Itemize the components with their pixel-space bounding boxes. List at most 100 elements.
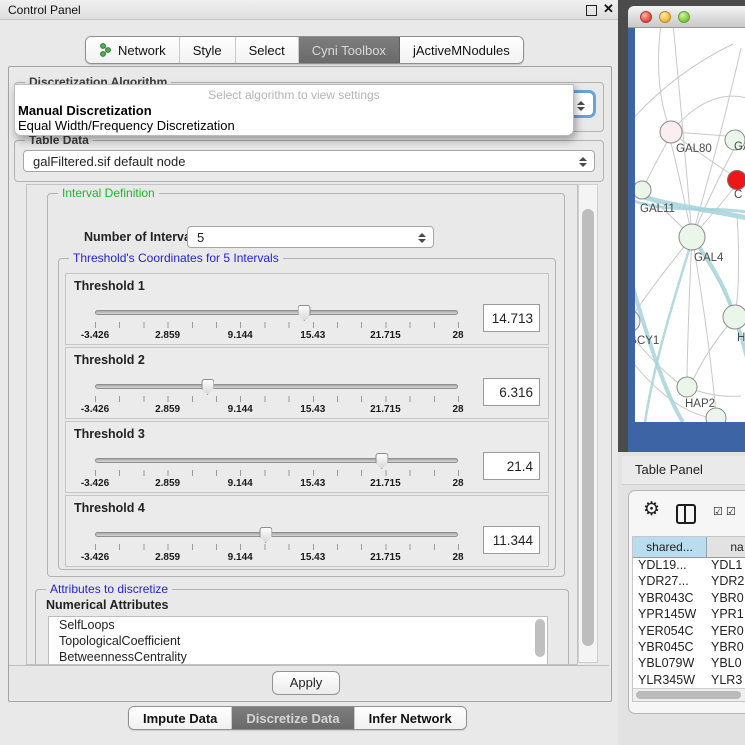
slider-tick-label: 9.144	[228, 330, 253, 341]
thresholds-stack: Threshold 1 -3.4262.8599.14415.4321.7152…	[65, 273, 549, 569]
column-header-name[interactable]: na	[707, 537, 745, 558]
close-icon[interactable]: ✕	[603, 1, 614, 17]
screen: Control Panel ✕ Network Style Select Cyn…	[0, 0, 745, 745]
slider-track[interactable]	[95, 384, 458, 389]
cell-name: YDR2	[707, 574, 745, 590]
slider-ticks	[95, 544, 459, 550]
attributes-group: Attributes to discretize Numerical Attri…	[35, 589, 569, 665]
table-data-value: galFiltered.sif default node	[33, 154, 185, 169]
attribute-list-item[interactable]: BetweennessCentrality	[49, 649, 547, 665]
minimize-traffic-light-icon[interactable]	[659, 11, 671, 23]
tab-select[interactable]: Select	[236, 37, 299, 63]
slider-track[interactable]	[95, 310, 458, 315]
network-canvas[interactable]: GAL80 GA C GAL11 GAL4 GCY1 HA HAP2	[635, 28, 745, 422]
tab-style[interactable]: Style	[180, 37, 236, 63]
tab-network[interactable]: Network	[86, 37, 180, 63]
node-label: HA	[737, 332, 745, 344]
numerical-attributes-list[interactable]: SelfLoopsTopologicalCoefficientBetweenne…	[48, 616, 548, 665]
node-right	[723, 305, 745, 329]
threshold-label: Threshold 3	[74, 427, 145, 441]
table-row[interactable]: YBR045C YBR0	[633, 640, 745, 656]
threshold-panel: Threshold 3 -3.4262.8599.14415.4321.7152…	[65, 421, 549, 493]
combo-arrows-icon	[417, 230, 427, 246]
slider-thumb[interactable]	[375, 453, 388, 469]
slider-tick-label: 21.715	[370, 330, 401, 341]
threshold-value-field[interactable]: 14.713	[483, 304, 540, 332]
table-panel-title: Table Panel	[635, 462, 703, 477]
node-label: HAP2	[685, 398, 715, 410]
cell-shared-name: YDL19...	[633, 558, 707, 574]
algorithm-option-equal-width[interactable]: Equal Width/Frequency Discretization	[18, 118, 235, 133]
checkbox-checked-icon[interactable]: ☑	[713, 507, 723, 518]
node-label: C	[734, 189, 742, 201]
threshold-slider[interactable]: -3.4262.8599.14415.4321.71528	[95, 452, 458, 492]
thresholds-group-title: Threshold's Coordinates for 5 Intervals	[69, 251, 283, 265]
table-toolbar: ⚙ ☑ ☑	[629, 491, 745, 535]
slider-tick-label: 2.859	[155, 478, 180, 489]
tab-discretize-data[interactable]: Discretize Data	[232, 707, 354, 729]
thresholds-group: Threshold's Coordinates for 5 Intervals …	[58, 258, 556, 570]
cell-name: YLR3	[707, 673, 745, 688]
cell-name: YBL0	[707, 656, 745, 672]
threshold-slider[interactable]: -3.4262.8599.14415.4321.71528	[95, 526, 458, 566]
interval-definition-title: Interval Definition	[58, 186, 159, 200]
tab-cyni-toolbox[interactable]: Cyni Toolbox	[299, 37, 400, 63]
table-row[interactable]: YDR27... YDR2	[633, 574, 745, 590]
slider-thumb[interactable]	[298, 305, 311, 321]
column-header-shared-name[interactable]: shared...	[633, 537, 707, 558]
slider-tick-label: 15.43	[300, 552, 325, 563]
settings-scrollbar[interactable]	[578, 184, 598, 663]
threshold-slider[interactable]: -3.4262.8599.14415.4321.71528	[95, 304, 458, 344]
network-window-titlebar	[628, 6, 745, 28]
algorithm-option-manual[interactable]: Manual Discretization	[18, 103, 152, 118]
threshold-label: Threshold 4	[74, 501, 145, 515]
gear-icon[interactable]: ⚙	[643, 500, 660, 520]
node-gal11	[635, 181, 651, 199]
apply-button[interactable]: Apply	[272, 671, 340, 695]
network-view-window: GAL80 GA C GAL11 GAL4 GCY1 HA HAP2	[628, 6, 745, 452]
table-data-combobox[interactable]: galFiltered.sif default node	[23, 150, 595, 172]
threshold-slider[interactable]: -3.4262.8599.14415.4321.71528	[95, 378, 458, 418]
table-row[interactable]: YER054C YER0	[633, 624, 745, 640]
threshold-value-field[interactable]: 11.344	[483, 526, 540, 554]
network-graph: GAL80 GA C GAL11 GAL4 GCY1 HA HAP2	[635, 28, 745, 422]
attributes-scrollbar-thumb[interactable]	[535, 619, 545, 657]
num-intervals-combobox[interactable]: 5	[187, 226, 434, 248]
split-column-icon[interactable]	[676, 504, 696, 524]
table-row[interactable]: YPR145W YPR1	[633, 607, 745, 623]
node-label: GA	[734, 141, 745, 153]
algorithm-placeholder-option[interactable]: Select algorithm to view settings	[15, 88, 573, 102]
table-row[interactable]: YBR043C YBR0	[633, 591, 745, 607]
control-panel-titlebar	[0, 0, 618, 20]
settings-scrollbar-thumb[interactable]	[582, 209, 594, 646]
table-row[interactable]: YLR345W YLR3	[633, 673, 745, 688]
tab-jactivemnodules[interactable]: jActiveMNodules	[400, 37, 523, 63]
node-label: GAL11	[640, 203, 675, 215]
slider-ticks	[95, 322, 459, 328]
close-traffic-light-icon[interactable]	[640, 11, 652, 23]
tab-infer-network[interactable]: Infer Network	[355, 707, 466, 729]
attribute-list-item[interactable]: TopologicalCoefficient	[49, 633, 547, 649]
attribute-list-item[interactable]: SelfLoops	[49, 617, 547, 633]
cell-shared-name: YBR043C	[633, 591, 707, 607]
float-window-icon[interactable]	[586, 5, 597, 16]
zoom-traffic-light-icon[interactable]	[678, 11, 690, 23]
checkbox-checked-icon[interactable]: ☑	[726, 507, 736, 518]
slider-track[interactable]	[95, 458, 458, 463]
threshold-value-field[interactable]: 21.4	[483, 452, 540, 480]
slider-tick-label: 9.144	[228, 404, 253, 415]
attributes-group-title: Attributes to discretize	[46, 582, 172, 596]
cell-shared-name: YLR345W	[633, 673, 707, 688]
slider-thumb[interactable]	[201, 379, 214, 395]
tab-impute-data[interactable]: Impute Data	[129, 707, 232, 729]
table-hscrollbar-thumb[interactable]	[636, 691, 741, 699]
table-horizontal-scrollbar[interactable]	[633, 688, 745, 702]
table-row[interactable]: YDL19... YDL1	[633, 558, 745, 574]
slider-thumb[interactable]	[259, 527, 272, 543]
combo-arrows-icon	[576, 98, 586, 114]
slider-tick-label: 28	[452, 330, 463, 341]
slider-track[interactable]	[95, 532, 458, 537]
threshold-value-field[interactable]: 6.316	[483, 378, 540, 406]
slider-tick-label: 15.43	[300, 404, 325, 415]
table-row[interactable]: YBL079W YBL0	[633, 656, 745, 672]
